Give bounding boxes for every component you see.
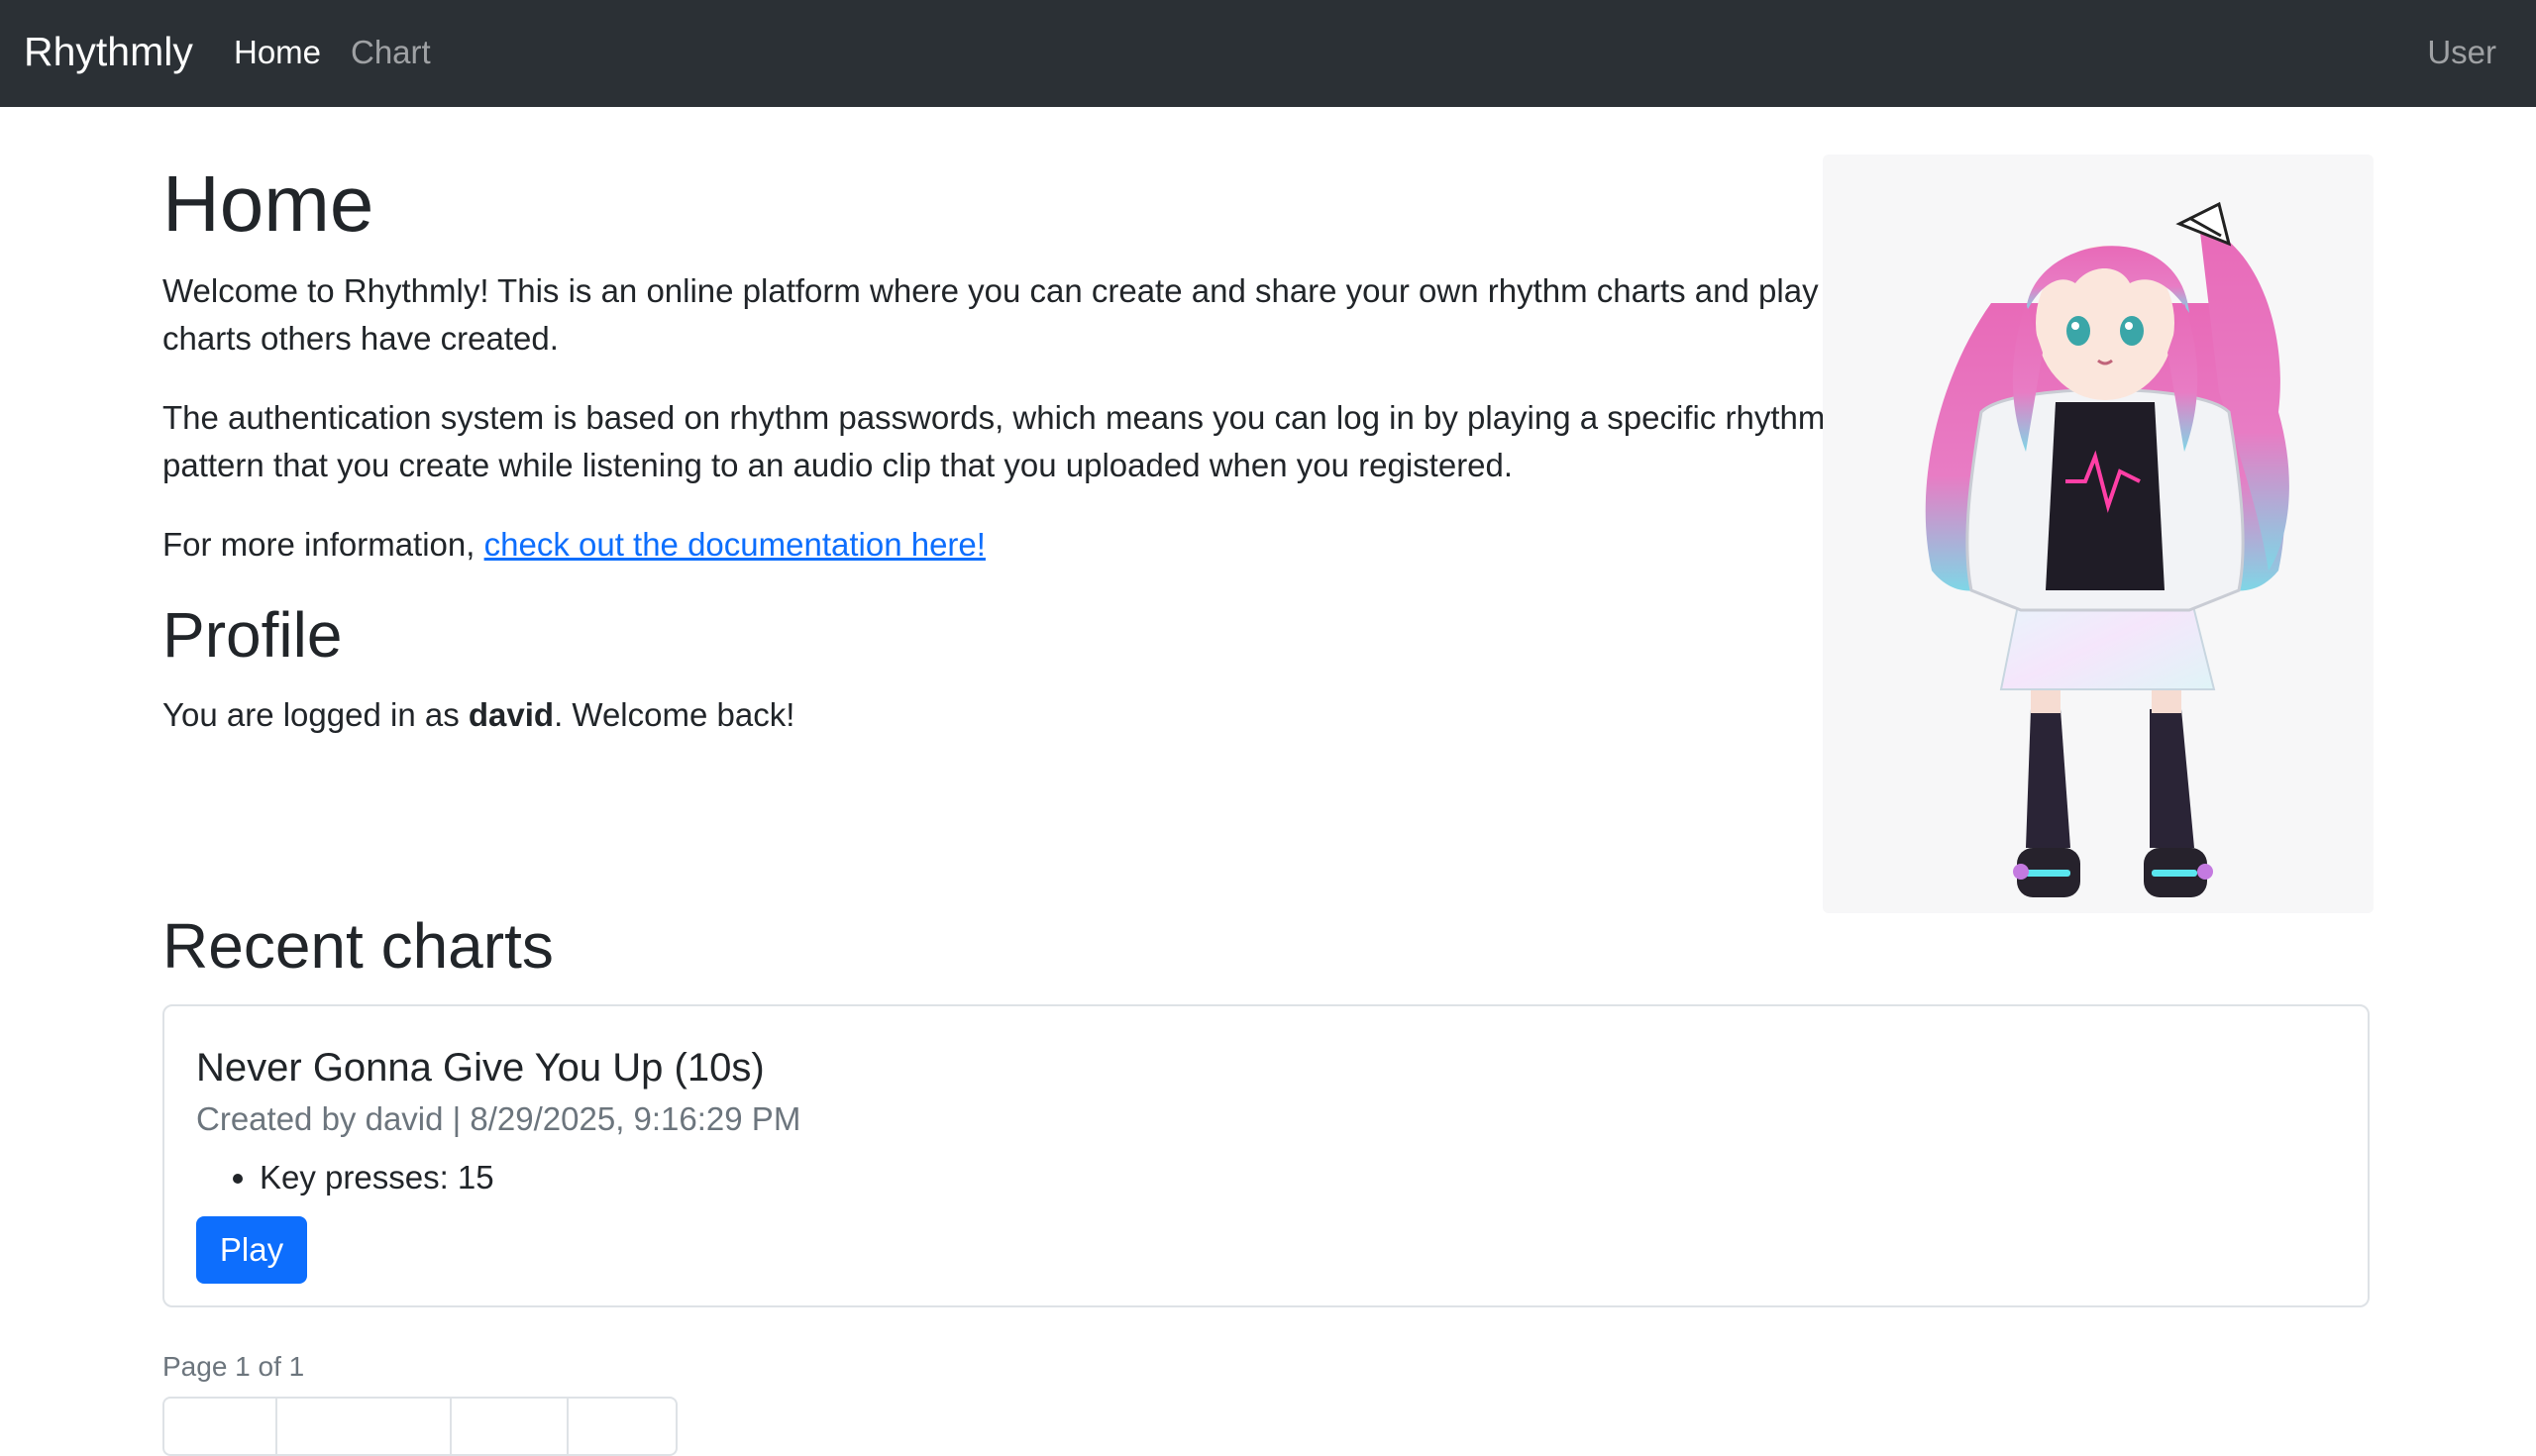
play-button[interactable]: Play: [196, 1216, 307, 1284]
chart-subtitle: Created by david | 8/29/2025, 9:16:29 PM: [196, 1100, 801, 1137]
pagination: [162, 1397, 678, 1456]
page-info: Page 1 of 1: [162, 1351, 305, 1382]
pagination-next[interactable]: [569, 1399, 676, 1454]
auth-description: The authentication system is based on rh…: [162, 399, 1826, 483]
user-menu[interactable]: User: [2427, 30, 2496, 75]
profile-suffix: . Welcome back!: [554, 696, 795, 733]
nav-home-link[interactable]: Home: [234, 30, 321, 75]
profile-prefix: You are logged in as: [162, 696, 469, 733]
top-navbar: Rhythmly Home Chart User: [0, 0, 2536, 107]
page-title: Home: [162, 159, 374, 248]
recent-charts-title: Recent charts: [162, 910, 554, 982]
mascot-illustration: [1823, 155, 2374, 913]
chart-title: Never Gonna Give You Up (10s): [196, 1046, 765, 1090]
chart-details-list: Key presses: 15: [196, 1155, 494, 1200]
pagination-first[interactable]: [164, 1399, 277, 1454]
intro-text: Welcome to Rhythmly! This is an online p…: [162, 272, 1819, 357]
more-info-prefix: For more information,: [162, 526, 484, 563]
profile-title: Profile: [162, 599, 343, 671]
more-info-text: For more information, check out the docu…: [162, 521, 1827, 569]
brand-logo[interactable]: Rhythmly: [24, 24, 193, 79]
chart-card: Never Gonna Give You Up (10s) Created by…: [162, 1004, 2370, 1307]
chart-key-presses: Key presses: 15: [260, 1155, 494, 1200]
pagination-page[interactable]: [452, 1399, 569, 1454]
nav-chart-link[interactable]: Chart: [351, 30, 431, 75]
mascot-character-image: [1925, 201, 2289, 897]
profile-status: You are logged in as david. Welcome back…: [162, 691, 1827, 739]
profile-username: david: [468, 696, 555, 733]
pagination-previous[interactable]: [277, 1399, 452, 1454]
documentation-link[interactable]: check out the documentation here!: [484, 526, 986, 563]
